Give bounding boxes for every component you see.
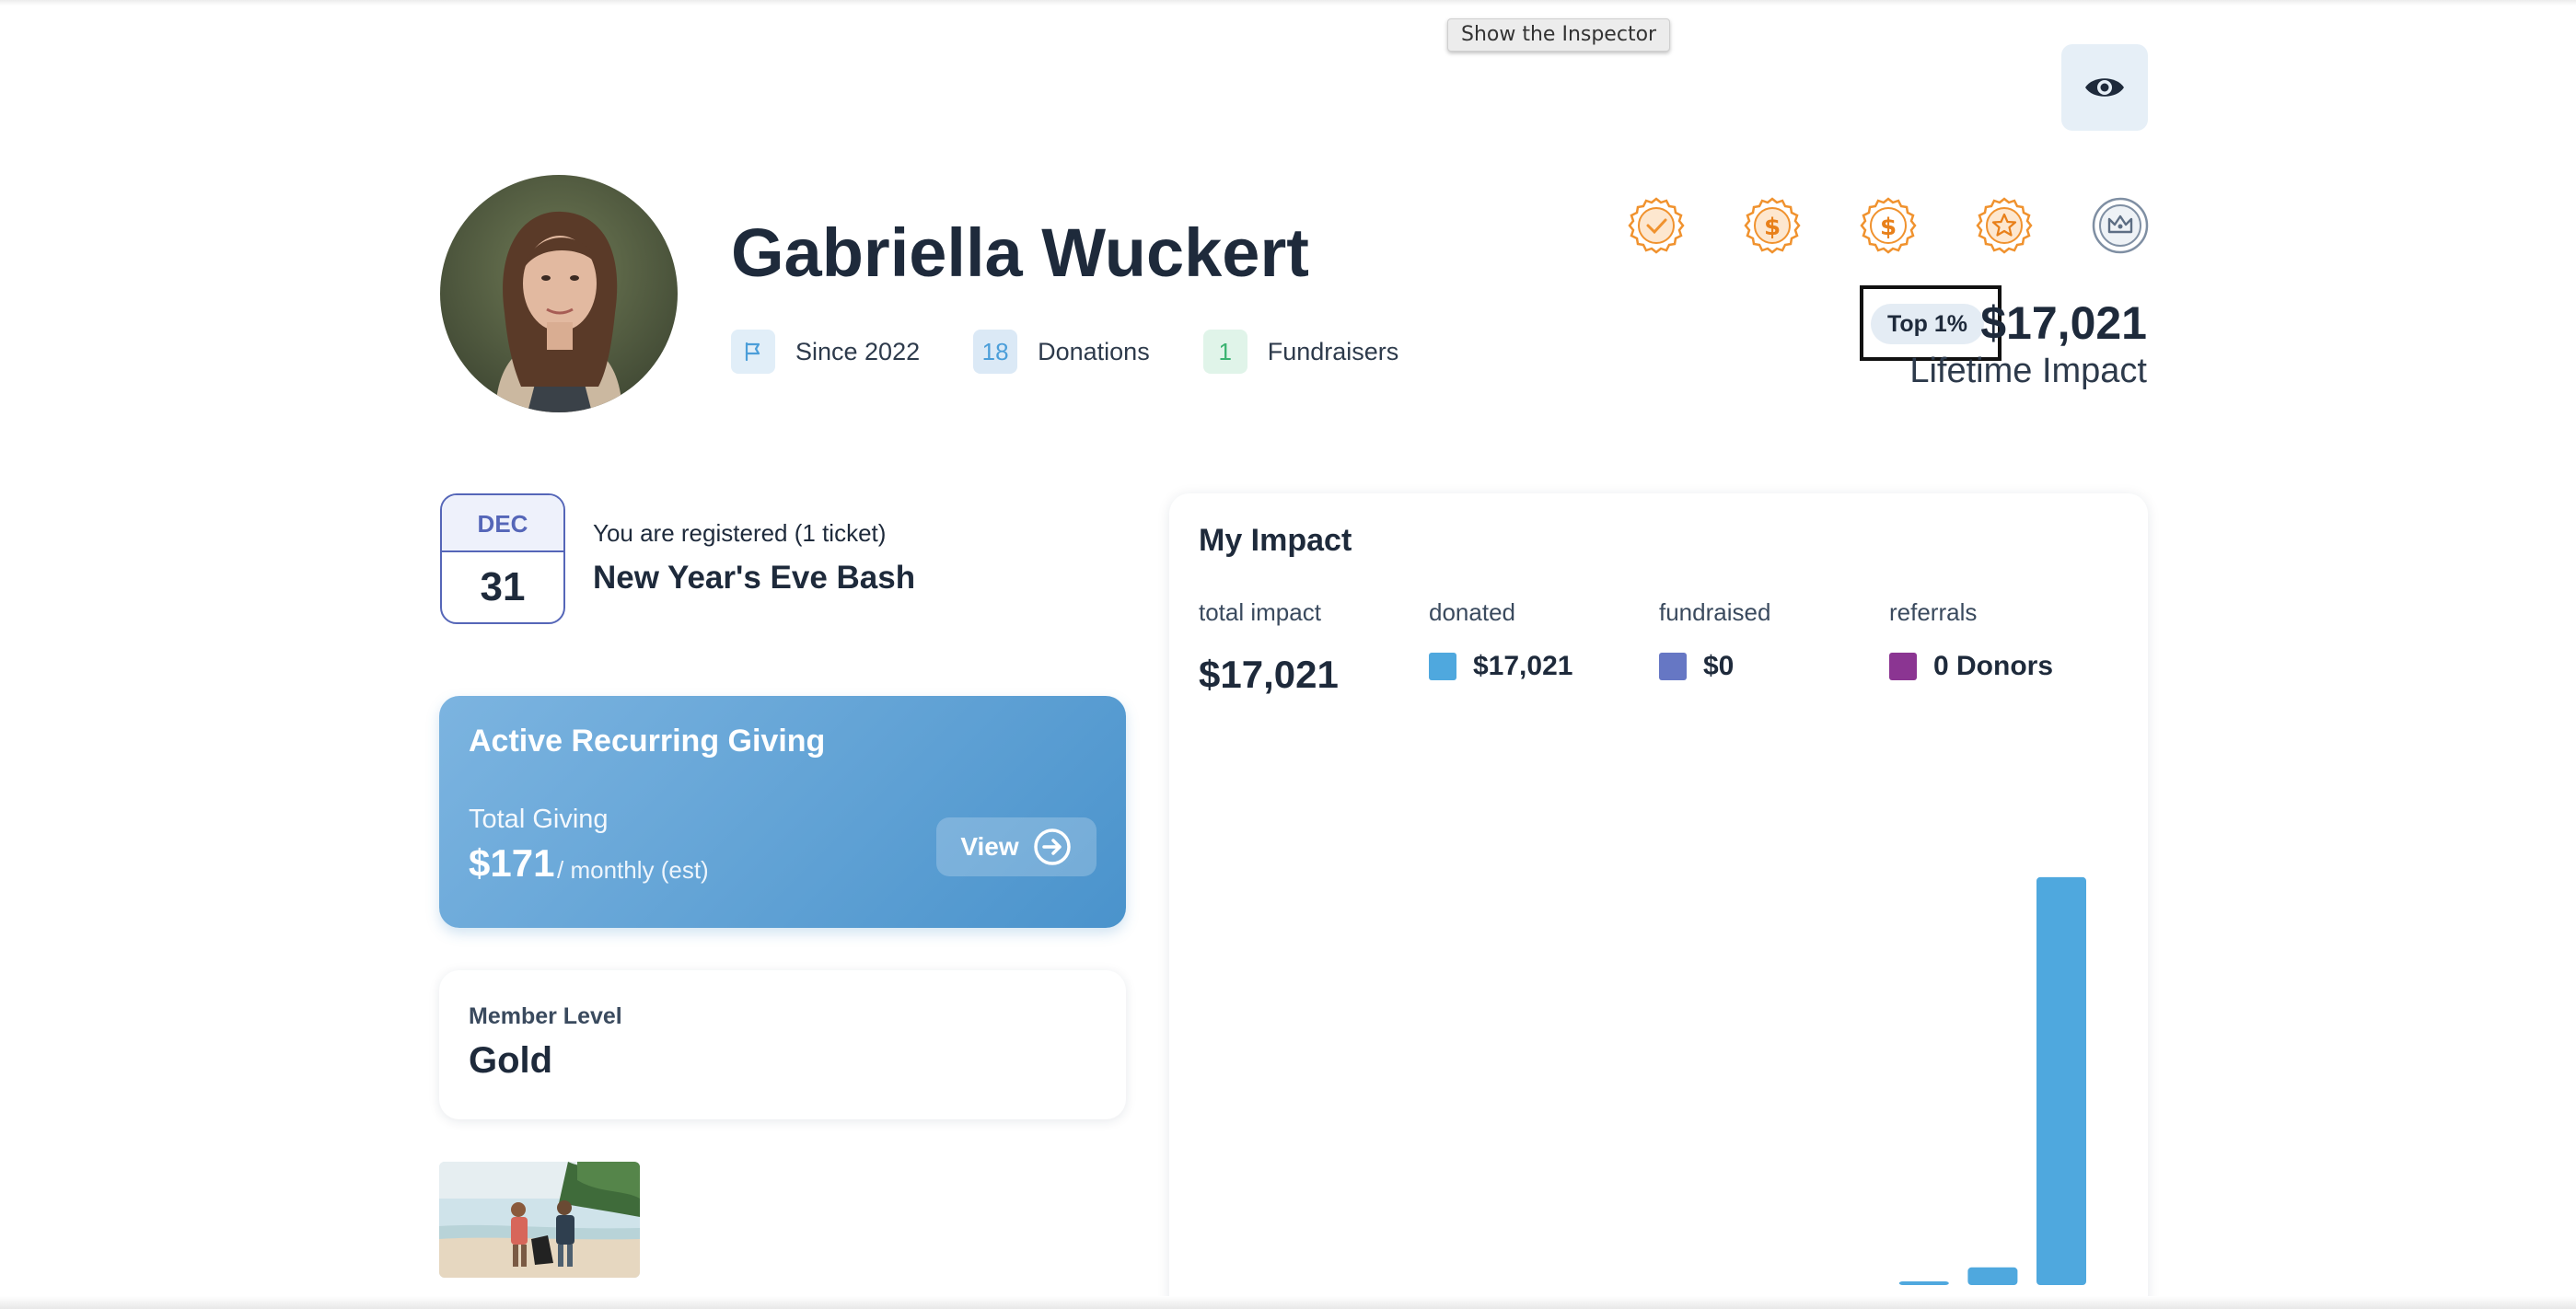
impact-fundraised-label: fundraised	[1659, 598, 1771, 626]
profile-name: Gabriella Wuckert	[731, 214, 1309, 291]
view-label: View	[960, 832, 1019, 861]
eye-icon	[2085, 78, 2124, 97]
donations-label: Donations	[1038, 337, 1150, 365]
impact-total: total impact $17,021	[1199, 598, 1339, 697]
recurring-giving-card: Active Recurring Giving Total Giving $17…	[439, 696, 1126, 928]
svg-text:$: $	[1880, 214, 1897, 241]
fundraisers-stat[interactable]: 1 Fundraisers	[1202, 330, 1399, 374]
crown-badge-icon[interactable]	[2090, 197, 2151, 258]
impact-donated: donated $17,021	[1429, 598, 1572, 682]
recurring-unit: / monthly (est)	[557, 856, 709, 884]
check-badge-icon[interactable]	[1626, 197, 1687, 258]
referrals-swatch	[1889, 653, 1917, 680]
fundraisers-count: 1	[1202, 330, 1247, 374]
lifetime-label: Lifetime Impact	[1909, 352, 2147, 390]
event-title[interactable]: New Year's Eve Bash	[593, 560, 915, 597]
top-percent-badge: Top 1%	[1871, 304, 1985, 344]
event-calendar-icon[interactable]: DEC 31	[440, 493, 565, 624]
fundraisers-label: Fundraisers	[1267, 337, 1399, 365]
impact-title: My Impact	[1199, 523, 1352, 558]
donated-swatch	[1429, 653, 1456, 680]
dollar-badge-icon[interactable]: $	[1742, 197, 1803, 258]
member-level-value: Gold	[469, 1040, 553, 1081]
impact-referrals-label: referrals	[1889, 598, 1978, 626]
fundraised-swatch	[1659, 653, 1687, 680]
impact-total-value: $17,021	[1199, 653, 1339, 696]
my-impact-card: My Impact total impact $17,021 donated $…	[1169, 493, 2148, 1309]
event-month: DEC	[442, 495, 563, 552]
profile-stats: Since 2022 18 Donations 1 Fundraisers	[731, 330, 1452, 374]
impact-donated-label: donated	[1429, 598, 1515, 626]
impact-referrals-value: 0 Donors	[1933, 651, 2054, 681]
event-registration-status: You are registered (1 ticket)	[593, 519, 887, 547]
svg-text:$: $	[1764, 214, 1781, 241]
lifetime-amount: $17,021	[1980, 297, 2147, 349]
top-edge	[0, 0, 2576, 6]
recurring-total-label: Total Giving	[469, 805, 609, 834]
view-recurring-button[interactable]: View	[936, 817, 1097, 876]
profile-page: Show the Inspector Gabriella Wuckert Sin…	[0, 0, 2576, 1309]
impact-donated-value: $17,021	[1473, 651, 1573, 681]
impact-total-label: total impact	[1199, 598, 1321, 626]
event-day: 31	[480, 564, 526, 609]
donations-count: 18	[973, 330, 1018, 374]
impact-bar-chart	[1898, 876, 2086, 1285]
star-badge-icon[interactable]	[1974, 197, 2035, 258]
cause-image[interactable]	[439, 1162, 640, 1278]
impact-fundraised-value: $0	[1703, 651, 1735, 681]
impact-referrals: referrals 0 Donors	[1889, 598, 2053, 682]
chart-bar[interactable]	[2036, 876, 2086, 1285]
badge-row: $ $	[1626, 197, 2151, 258]
member-level-label: Member Level	[469, 1003, 622, 1029]
bottom-edge	[0, 1296, 2576, 1309]
donations-stat[interactable]: 18 Donations	[973, 330, 1150, 374]
inspector-tooltip: Show the Inspector	[1447, 18, 1671, 52]
show-inspector-button[interactable]	[2061, 44, 2148, 131]
recurring-amount: $171	[469, 841, 555, 885]
chart-bar[interactable]	[1898, 1281, 1949, 1285]
flag-icon	[731, 330, 775, 374]
avatar	[440, 175, 678, 412]
dollar-badge-icon[interactable]: $	[1858, 197, 1919, 258]
impact-fundraised: fundraised $0	[1659, 598, 1770, 682]
since-label: Since 2022	[795, 337, 921, 365]
since-stat: Since 2022	[731, 330, 920, 374]
member-level-card: Member Level Gold	[439, 970, 1126, 1119]
chart-bar[interactable]	[1967, 1267, 2018, 1285]
recurring-title: Active Recurring Giving	[469, 724, 826, 759]
arrow-right-circle-icon	[1033, 828, 1071, 865]
